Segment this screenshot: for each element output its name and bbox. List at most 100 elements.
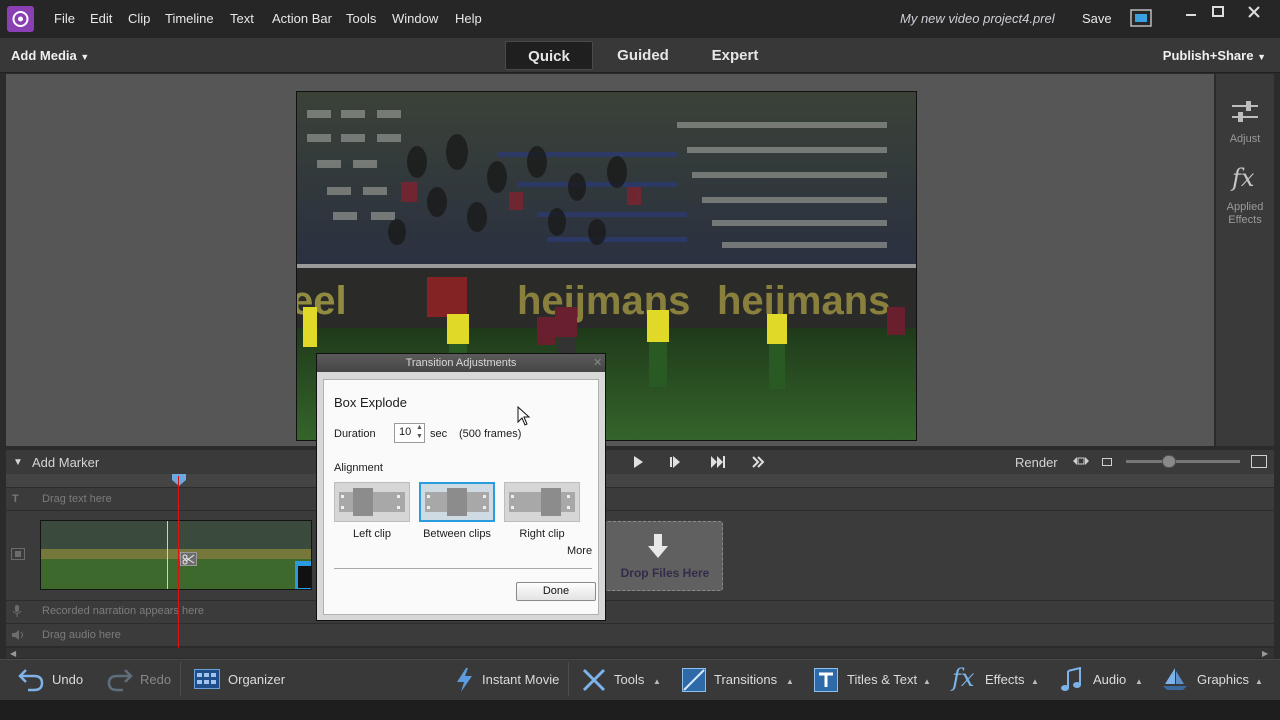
minimize-icon[interactable] [1182,4,1200,20]
step-forward-icon[interactable] [670,455,684,469]
frames-count: (500 frames) [459,428,522,440]
menu-clip[interactable]: Clip [128,11,150,26]
duration-input[interactable]: 10 [399,426,411,438]
dialog-title: Transition Adjustments [317,354,605,372]
organizer-button[interactable]: Organizer [228,672,285,687]
zoom-slider-handle[interactable] [1162,455,1176,468]
render-button[interactable]: Render [1015,455,1058,470]
effects-button[interactable]: Effects [985,672,1025,687]
right-panel: Adjust fx Applied Effects [1216,74,1274,446]
tools-button[interactable]: Tools [614,672,644,687]
stepper-up-icon[interactable]: ▲ [416,424,423,431]
zoom-out-icon[interactable] [1102,458,1112,466]
instant-movie-button[interactable]: Instant Movie [482,672,559,687]
transition-adjustments-dialog: Transition Adjustments ✕ Box Explode Dur… [316,353,606,621]
fit-timeline-icon[interactable] [1072,455,1090,467]
organizer-icon[interactable] [194,669,220,689]
timeline-ruler[interactable] [6,474,1274,487]
app-logo-icon [7,6,34,32]
dialog-close-icon[interactable]: ✕ [593,356,602,369]
video-clip[interactable] [40,520,312,590]
align-left-clip-option[interactable] [334,482,410,522]
adjust-label: Adjust [1229,133,1261,145]
action-bar-divider [180,662,181,696]
transitions-button[interactable]: Transitions [714,672,777,687]
duration-stepper[interactable]: 10 ▲ ▼ [394,423,425,443]
mode-bar: Add Media ▼ Quick Guided Expert Publish+… [0,38,1280,73]
menu-timeline[interactable]: Timeline [165,11,214,26]
menu-action-bar[interactable]: Action Bar [272,11,332,26]
tools-icon[interactable] [581,667,607,693]
tab-expert[interactable]: Expert [693,41,777,70]
adjust-icon[interactable] [1232,100,1258,124]
done-button[interactable]: Done [516,582,596,601]
stepper-down-icon[interactable]: ▼ [416,433,423,440]
project-title: My new video project4.prel [900,11,1055,26]
chevron-up-icon: ▲ [1135,677,1143,686]
split-clip-icon[interactable] [752,455,766,469]
chevron-up-icon: ▲ [923,677,931,686]
chevron-up-icon: ▲ [786,677,794,686]
playhead-handle-icon[interactable] [171,473,187,487]
chevron-up-icon: ▲ [1031,677,1039,686]
zoom-slider[interactable] [1126,460,1240,463]
applied-effects-label-1: Applied [1226,201,1264,213]
horizontal-scrollbar[interactable] [6,648,1274,658]
save-button[interactable]: Save [1082,11,1112,26]
playhead[interactable] [178,476,179,648]
titles-text-button[interactable]: Titles & Text [847,672,917,687]
lightning-icon[interactable] [454,667,474,693]
fullscreen-icon[interactable] [1130,9,1152,27]
menu-file[interactable]: File [54,11,75,26]
applied-effects-icon[interactable]: fx [1232,164,1254,192]
transitions-icon[interactable] [682,668,706,692]
menu-window[interactable]: Window [392,11,438,26]
redo-button[interactable]: Redo [140,672,171,687]
effects-icon[interactable]: fx [952,664,974,692]
zoom-in-icon[interactable] [1251,455,1267,468]
menu-text[interactable]: Text [230,11,254,26]
add-marker-button[interactable]: Add Marker [32,455,99,470]
tab-guided[interactable]: Guided [600,41,686,70]
drop-files-zone[interactable]: Drop Files Here [605,521,723,591]
scroll-right-icon[interactable]: ▶ [1262,649,1268,658]
scissors-icon[interactable] [180,552,197,566]
dialog-divider [334,568,592,569]
more-link[interactable]: More [567,545,592,557]
align-between-clips-option[interactable] [419,482,495,522]
undo-icon[interactable] [18,666,44,692]
menu-help[interactable]: Help [455,11,482,26]
maximize-icon[interactable] [1209,4,1227,20]
align-right-clip-option[interactable] [504,482,580,522]
publish-share-label: Publish+Share [1162,48,1254,63]
undo-button[interactable]: Undo [52,672,83,687]
titles-text-icon[interactable] [814,668,838,692]
menu-tools[interactable]: Tools [346,11,376,26]
tab-quick[interactable]: Quick [505,41,593,70]
redo-icon[interactable] [107,666,133,692]
add-media-button[interactable]: Add Media ▼ [11,48,89,63]
close-icon[interactable] [1245,4,1263,20]
graphics-icon[interactable] [1162,667,1188,691]
mouse-cursor-icon [517,406,531,426]
text-track-icon: T [12,493,19,505]
play-icon[interactable] [632,455,644,469]
chevron-down-icon: ▼ [80,52,90,62]
publish-share-button[interactable]: Publish+Share ▼ [1163,48,1266,63]
graphics-button[interactable]: Graphics [1197,672,1249,687]
menu-edit[interactable]: Edit [90,11,112,26]
svg-text:heijmans: heijmans [717,279,890,323]
arrow-down-icon [648,534,668,560]
scroll-left-icon[interactable]: ◀ [10,649,16,658]
music-note-icon[interactable] [1060,667,1082,693]
track-divider [6,646,1274,647]
goto-end-icon[interactable] [710,455,726,469]
chevron-up-icon: ▲ [1255,677,1263,686]
audio-button[interactable]: Audio [1093,672,1126,687]
marker-dropdown-icon[interactable]: ▼ [13,457,23,468]
video-track-icon [11,548,25,560]
chevron-up-icon: ▲ [653,677,661,686]
status-strip [0,700,1280,720]
menu-bar: File Edit Clip Timeline Text Action Bar … [0,0,1280,38]
track-divider [6,487,1274,488]
